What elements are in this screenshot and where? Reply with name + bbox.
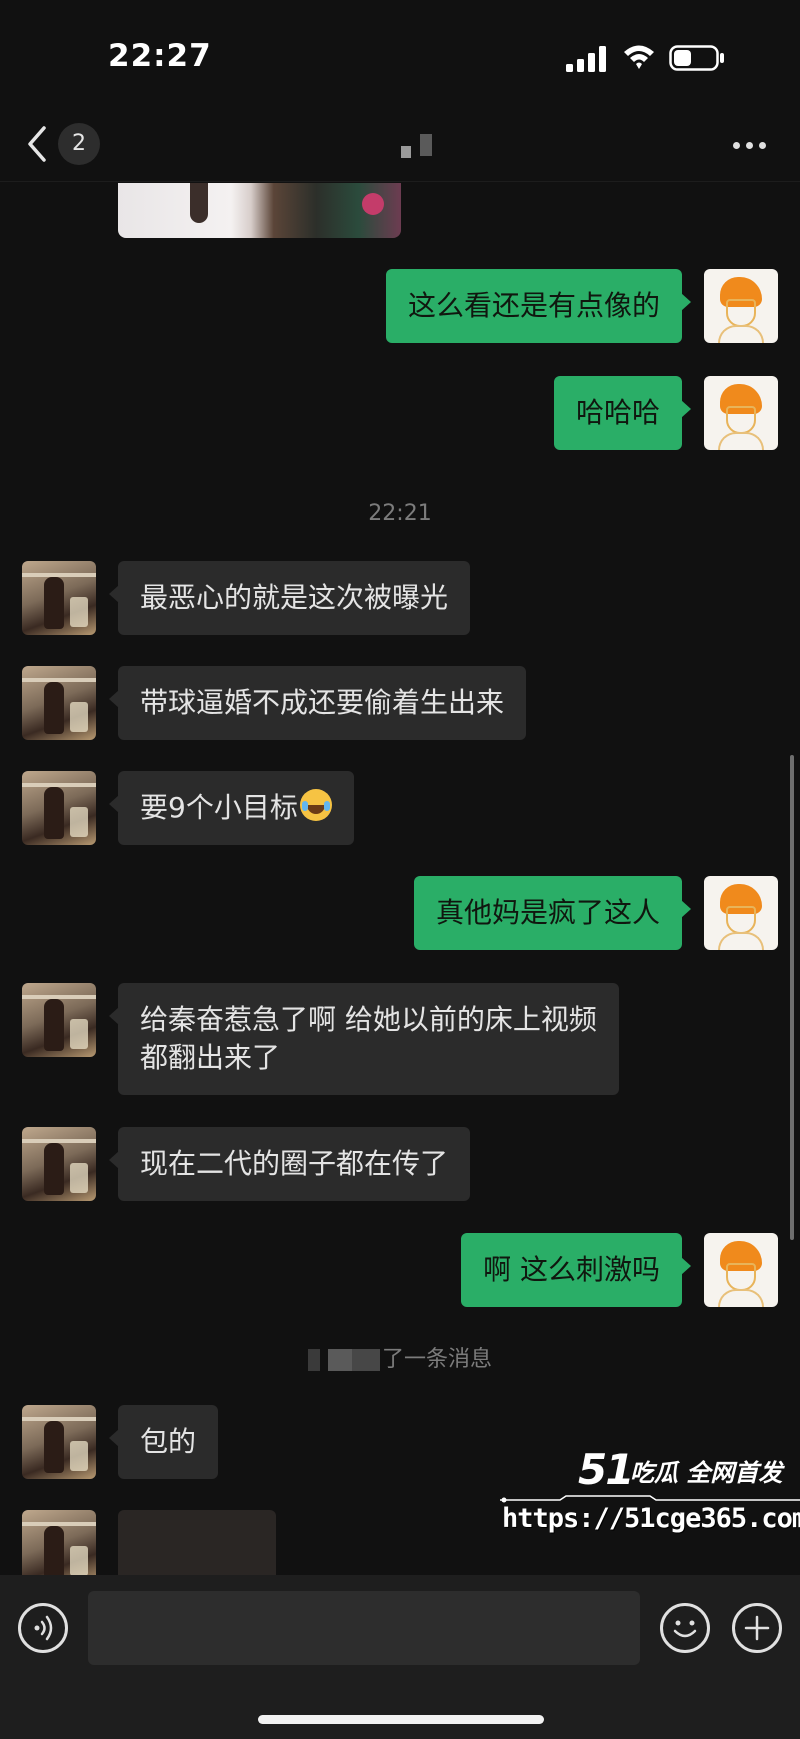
message-bubble-outgoing[interactable]: 真他妈是疯了这人: [413, 876, 692, 950]
message-bubble-outgoing[interactable]: 这么看还是有点像的: [385, 269, 692, 343]
watermark-slogan: 吃瓜 全网首发: [630, 1459, 783, 1487]
avatar-contact[interactable]: [22, 1510, 96, 1575]
message-text: 要9个小目标: [140, 791, 298, 824]
avatar-self[interactable]: [704, 376, 778, 450]
avatar-contact[interactable]: [22, 561, 96, 635]
status-time: 22:27: [108, 38, 212, 74]
unread-count-badge[interactable]: 2: [58, 123, 100, 165]
cellular-signal-icon: [566, 46, 606, 72]
message-bubble-outgoing[interactable]: 哈哈哈: [553, 376, 692, 450]
message-bubble-outgoing[interactable]: 啊 这么刺激吗: [461, 1233, 691, 1307]
message-bubble-incoming[interactable]: 最恶心的就是这次被曝光: [108, 561, 471, 635]
message-bubble-incoming[interactable]: 给秦奋惹急了啊 给她以前的床上视频 都翻出来了: [109, 983, 619, 1095]
more-dots-icon[interactable]: [730, 136, 770, 156]
chevron-left-icon[interactable]: [22, 124, 52, 164]
home-indicator[interactable]: [258, 1715, 544, 1724]
message-bubble-incoming[interactable]: 带球逼婚不成还要偷着生出来: [108, 666, 527, 740]
message-text-line: 都翻出来了: [140, 1041, 281, 1074]
status-bar: 22:27: [0, 0, 800, 110]
voice-icon[interactable]: [18, 1603, 68, 1653]
chat-scrollbar[interactable]: [790, 755, 794, 1240]
recall-notice: 了一条消息: [0, 1341, 800, 1373]
watermark-url: https://51cge365.com: [502, 1503, 800, 1534]
message-timestamp: 22:21: [368, 501, 432, 526]
site-watermark: 51 吃瓜 全网首发 https://51cge365.com: [500, 1445, 800, 1545]
image-message[interactable]: [118, 1510, 276, 1575]
chat-header: 2: [0, 110, 800, 182]
battery-icon: [669, 45, 724, 71]
avatar-contact[interactable]: [22, 771, 96, 845]
message-bubble-incoming[interactable]: 要9个小目标: [109, 771, 354, 845]
smiley-icon[interactable]: [660, 1603, 710, 1653]
message-text-line: 给秦奋惹急了啊 给她以前的床上视频: [140, 1003, 597, 1036]
message-bubble-incoming[interactable]: 现在二代的圈子都在传了: [108, 1127, 471, 1201]
watermark-logo: 51: [578, 1445, 634, 1494]
input-toolbar: [0, 1575, 800, 1739]
redacted-name: [307, 1349, 380, 1371]
avatar-self[interactable]: [704, 876, 778, 950]
shared-photo-message[interactable]: [118, 183, 401, 238]
message-bubble-incoming[interactable]: 包的: [108, 1405, 219, 1479]
message-list[interactable]: 这么看还是有点像的 哈哈哈 22:21 最恶心的就是这次被曝光 带球逼婚不成还要…: [0, 183, 800, 1575]
avatar-contact[interactable]: [22, 983, 96, 1057]
wifi-icon: [624, 45, 654, 69]
chat-title-redacted: [398, 132, 438, 160]
plus-icon[interactable]: [732, 1603, 782, 1653]
avatar-self[interactable]: [704, 1233, 778, 1307]
recall-notice-text: 了一条消息: [381, 1347, 492, 1372]
tears-of-joy-emoji-icon: [299, 789, 332, 821]
avatar-self[interactable]: [704, 269, 778, 343]
message-input[interactable]: [88, 1591, 640, 1665]
avatar-contact[interactable]: [22, 1127, 96, 1201]
avatar-contact[interactable]: [22, 1405, 96, 1479]
avatar-contact[interactable]: [22, 666, 96, 740]
